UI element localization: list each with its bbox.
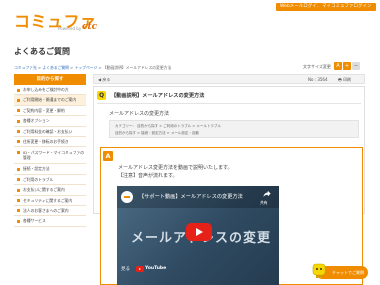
- sidebar-item-id-password[interactable]: ID・パスワード・マイコミュファの管理: [14, 147, 86, 165]
- breadcrumb-link[interactable]: よくあるご質問: [42, 65, 69, 70]
- font-size-increase-button[interactable]: +: [343, 62, 351, 70]
- bullet-icon: [17, 109, 20, 113]
- question-title: 【動画説明】メールアドレスの変更方法: [111, 93, 205, 99]
- back-label: 戻る: [102, 77, 111, 82]
- sidebar: 目的から探す お申し込みをご検討中の方 ご利用開始・開通までのご案内 ご契約内容…: [14, 74, 86, 227]
- sidebar-item-label: 住所変更・移転のお手続き: [23, 138, 69, 144]
- sidebar-item-troubles[interactable]: ご利用のトラブル: [14, 175, 86, 186]
- sidebar-item-moving[interactable]: 住所変更・移転のお手続き: [14, 137, 86, 148]
- sidebar-item-label: 法人のお客さまへのご案内: [23, 207, 69, 213]
- share-label: 共有: [260, 200, 268, 205]
- font-size-default-button[interactable]: A: [334, 62, 342, 70]
- channel-avatar[interactable]: [121, 191, 133, 203]
- bullet-icon: [17, 178, 20, 182]
- breadcrumb: コミュファ光 > よくあるご質問 > トップページ > 【動画説明】メールアドレ…: [14, 65, 172, 70]
- sidebar-header: 目的から探す: [14, 74, 86, 85]
- sidebar-item-label: お支払いに関するご案内: [23, 187, 65, 193]
- bullet-icon: [17, 88, 20, 92]
- sidebar-item-label: セキュリティに関するご案内: [23, 197, 73, 203]
- sidebar-item-connection-settings[interactable]: 接続・設定方法: [14, 164, 86, 175]
- question-subtitle: メールアドレスの変更方法: [109, 111, 170, 117]
- sidebar-item-label: ご契約内容・変更・解約: [23, 107, 65, 113]
- sidebar-item-billing[interactable]: ご利用料金の確認・お支払い: [14, 127, 86, 137]
- sidebar-item-options[interactable]: 各種オプション: [14, 116, 86, 127]
- sidebar-item-label: ID・パスワード・マイコミュファの管理: [23, 150, 84, 161]
- logo-powered-by: Powered by: [58, 26, 82, 31]
- sidebar-item-services[interactable]: 各種サービス: [14, 216, 86, 227]
- mascot-icon[interactable]: [312, 262, 326, 278]
- sidebar-item-label: ご利用開始・開通までのご案内: [23, 97, 77, 103]
- page-title: よくあるご質問: [14, 47, 70, 56]
- youtube-icon[interactable]: [136, 266, 144, 272]
- category-path[interactable]: 目的から探す > 接続・設定方法 > メール設定・自動: [115, 131, 199, 136]
- bullet-icon: [17, 219, 20, 223]
- share-icon: [263, 190, 271, 197]
- sidebar-item-business[interactable]: 法人のお客さまへのご案内: [14, 206, 86, 217]
- youtube-label[interactable]: YouTube: [145, 266, 166, 271]
- sidebar-item-security[interactable]: セキュリティに関するご案内: [14, 196, 86, 206]
- category-path[interactable]: カテゴリー： 目的から探す > ご利用のトラブル > メールトラブル: [115, 124, 221, 129]
- faq-number: No : 3564: [308, 77, 328, 82]
- share-button[interactable]: 共有: [260, 190, 274, 206]
- video-footer: 見る YouTube: [117, 263, 279, 276]
- bullet-icon: [17, 98, 20, 102]
- back-link[interactable]: ◀ 戻る: [98, 77, 110, 83]
- sidebar-item-before-application[interactable]: お申し込みをご検討中の方: [14, 85, 86, 96]
- sidebar-item-payment-info[interactable]: お支払いに関するご案内: [14, 185, 86, 196]
- logo-brand: ctc: [82, 22, 98, 32]
- print-label: 印刷: [343, 77, 352, 82]
- category-box: カテゴリー： 目的から探す > ご利用のトラブル > メールトラブル 目的から探…: [109, 120, 359, 138]
- answer-badge: A: [103, 151, 113, 161]
- play-icon[interactable]: [186, 223, 212, 241]
- youtube-video-player[interactable]: 【サポート動画】メールアドレスの変更方法 共有 メールアドレスの変更 見る Yo…: [117, 186, 279, 285]
- font-size-label: 文字サイズ変更: [303, 64, 331, 69]
- bullet-icon: [17, 140, 20, 144]
- font-size-decrease-button[interactable]: −: [352, 62, 360, 70]
- breadcrumb-link[interactable]: トップページ: [75, 65, 98, 70]
- bullet-icon: [17, 151, 20, 155]
- bullet-icon: [17, 199, 20, 203]
- sidebar-item-getting-started[interactable]: ご利用開始・開通までのご案内: [14, 95, 86, 106]
- sidebar-item-label: 各種オプション: [23, 118, 50, 124]
- video-title[interactable]: 【サポート動画】メールアドレスの変更方法: [139, 193, 243, 200]
- question-badge: Q: [97, 91, 106, 100]
- watch-on-label[interactable]: 見る: [121, 266, 130, 272]
- my-commufa-login-button[interactable]: マイコミュファログイン: [318, 3, 376, 11]
- faq-toolbar: ◀ 戻る No : 3564 🖶 印刷: [93, 74, 365, 84]
- bullet-icon: [17, 119, 20, 123]
- bullet-icon: [17, 209, 20, 213]
- sidebar-item-label: 各種サービス: [23, 218, 46, 224]
- answer-text: メールアドレス変更方法を動画で説明いたします。: [118, 165, 233, 171]
- sidebar-item-contract[interactable]: ご契約内容・変更・解約: [14, 106, 86, 117]
- breadcrumb-current: 【動画説明】メールアドレスの変更方法: [102, 65, 172, 70]
- bullet-icon: [17, 130, 20, 134]
- print-button[interactable]: 🖶 印刷: [338, 77, 351, 84]
- sidebar-item-label: お申し込みをご検討中の方: [23, 87, 69, 92]
- chat-label: チャットでご質問: [332, 269, 364, 275]
- sidebar-item-label: 接続・設定方法: [23, 166, 50, 172]
- breadcrumb-link[interactable]: コミュファ光: [14, 65, 37, 70]
- sidebar-item-label: ご利用のトラブル: [23, 176, 54, 182]
- bullet-icon: [17, 167, 20, 171]
- divider: [97, 103, 361, 104]
- sidebar-item-label: ご利用料金の確認・お支払い: [23, 128, 73, 134]
- site-header: コミュファ Powered by ctc Webメールログイン マイコミュファロ…: [0, 0, 380, 40]
- bullet-icon: [17, 188, 20, 192]
- answer-note: 【注意】音声が流れます。: [118, 173, 178, 179]
